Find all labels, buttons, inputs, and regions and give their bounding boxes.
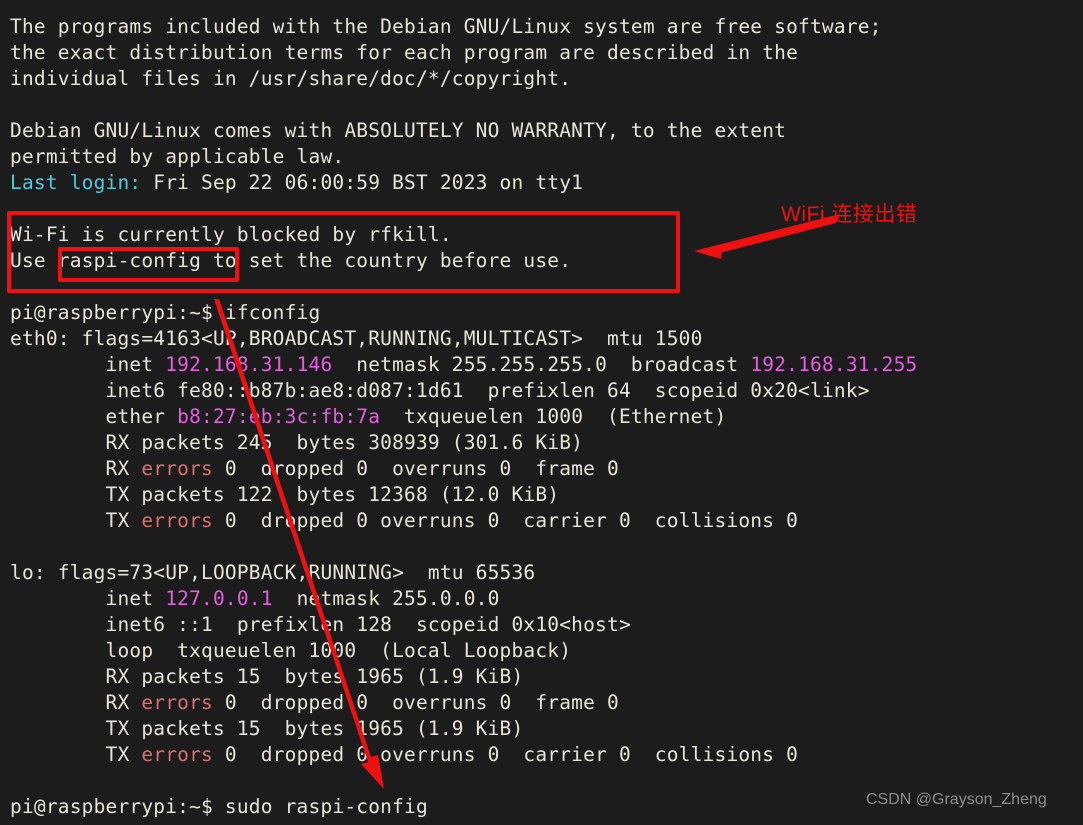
terminal-line: TX errors 0 dropped 0 overruns 0 carrier… (10, 508, 1083, 534)
terminal-text-segment: errors (141, 743, 213, 766)
terminal-line: Debian GNU/Linux comes with ABSOLUTELY N… (10, 118, 1083, 144)
terminal-text-segment: b8:27:eb:3c:fb:7a (177, 405, 381, 428)
annotation-label-wifi-error: WiFi 连接出错 (781, 203, 918, 226)
terminal-text-segment: TX packets 15 bytes 1965 (1.9 KiB) (10, 717, 524, 740)
terminal-line: inet 192.168.31.146 netmask 255.255.255.… (10, 352, 1083, 378)
terminal-text-segment: netmask 255.255.255.0 broadcast (332, 353, 751, 376)
terminal-line: loop txqueuelen 1000 (Local Loopback) (10, 638, 1083, 664)
terminal-text-segment: netmask 255.0.0.0 (272, 587, 500, 610)
terminal-line: eth0: flags=4163<UP,BROADCAST,RUNNING,MU… (10, 326, 1083, 352)
terminal-line: lo: flags=73<UP,LOOPBACK,RUNNING> mtu 65… (10, 560, 1083, 586)
terminal-text-segment: eth0: flags=4163<UP,BROADCAST,RUNNING,MU… (10, 327, 703, 350)
terminal-line: permitted by applicable law. (10, 144, 1083, 170)
terminal-text-segment: Fri Sep 22 06:00:59 BST 2023 on tty1 (141, 171, 584, 194)
terminal-line: inet 127.0.0.1 netmask 255.0.0.0 (10, 586, 1083, 612)
terminal-text-segment: inet6 fe80::b87b:ae8:d087:1d61 prefixlen… (10, 379, 870, 402)
terminal-text-segment: 0 dropped 0 overruns 0 frame 0 (212, 457, 619, 480)
terminal-text-segment: The programs included with the Debian GN… (10, 15, 882, 38)
terminal-line: RX errors 0 dropped 0 overruns 0 frame 0 (10, 456, 1083, 482)
terminal-line: RX packets 245 bytes 308939 (301.6 KiB) (10, 430, 1083, 456)
terminal-text-segment: TX (10, 743, 142, 766)
terminal-output[interactable]: The programs included with the Debian GN… (0, 0, 1083, 825)
terminal-line: inet6 fe80::b87b:ae8:d087:1d61 prefixlen… (10, 378, 1083, 404)
terminal-text-segment: ether (10, 405, 178, 428)
terminal-line: individual files in /usr/share/doc/*/cop… (10, 66, 1083, 92)
terminal-text-segment: pi@raspberrypi:~$ ifconfig (10, 301, 321, 324)
terminal-text-segment: 192.168.31.146 (165, 353, 333, 376)
terminal-line: Last login: Fri Sep 22 06:00:59 BST 2023… (10, 170, 1083, 196)
terminal-text-segment: Debian GNU/Linux comes with ABSOLUTELY N… (10, 119, 787, 142)
annotation-box-raspi-config (58, 247, 239, 282)
terminal-text-segment: individual files in /usr/share/doc/*/cop… (10, 67, 572, 90)
watermark: CSDN @Grayson_Zheng (866, 791, 1047, 808)
terminal-text-segment: errors (141, 457, 213, 480)
terminal-text-segment: 0 dropped 0 overruns 0 frame 0 (212, 691, 619, 714)
terminal-line: RX packets 15 bytes 1965 (1.9 KiB) (10, 664, 1083, 690)
terminal-line: the exact distribution terms for each pr… (10, 40, 1083, 66)
terminal-text-segment: 0 dropped 0 overruns 0 carrier 0 collisi… (212, 743, 799, 766)
terminal-text-segment: inet6 ::1 prefixlen 128 scopeid 0x10<hos… (10, 613, 631, 636)
terminal-text-segment: loop txqueuelen 1000 (Local Loopback) (10, 639, 572, 662)
terminal-text-segment: RX (10, 457, 142, 480)
terminal-text-segment: TX packets 122 bytes 12368 (12.0 KiB) (10, 483, 560, 506)
terminal-line: inet6 ::1 prefixlen 128 scopeid 0x10<hos… (10, 612, 1083, 638)
terminal-line: TX errors 0 dropped 0 overruns 0 carrier… (10, 742, 1083, 768)
terminal-text-segment: errors (141, 509, 213, 532)
terminal-text-segment: permitted by applicable law. (10, 145, 345, 168)
terminal-text-segment: inet (10, 587, 166, 610)
terminal-text-segment: lo: flags=73<UP,LOOPBACK,RUNNING> mtu 65… (10, 561, 536, 584)
terminal-text-segment: TX (10, 509, 142, 532)
terminal-text-segment: txqueuelen 1000 (Ethernet) (380, 405, 727, 428)
terminal-line: TX packets 15 bytes 1965 (1.9 KiB) (10, 716, 1083, 742)
terminal-text-segment: 0 dropped 0 overruns 0 carrier 0 collisi… (212, 509, 799, 532)
terminal-text-segment: RX (10, 691, 142, 714)
terminal-text-segment: Last login: (10, 171, 142, 194)
terminal-text-segment: pi@raspberrypi:~$ sudo raspi-config (10, 795, 428, 818)
terminal-line: ether b8:27:eb:3c:fb:7a txqueuelen 1000 … (10, 404, 1083, 430)
terminal-line: The programs included with the Debian GN… (10, 14, 1083, 40)
terminal-text-segment: RX packets 15 bytes 1965 (1.9 KiB) (10, 665, 524, 688)
terminal-line: TX packets 122 bytes 12368 (12.0 KiB) (10, 482, 1083, 508)
terminal-text-segment: inet (10, 353, 166, 376)
terminal-text-segment: errors (141, 691, 213, 714)
terminal-text-segment: 192.168.31.255 (750, 353, 918, 376)
terminal-line: pi@raspberrypi:~$ ifconfig (10, 300, 1083, 326)
terminal-text-segment: 127.0.0.1 (165, 587, 273, 610)
terminal-text-segment: the exact distribution terms for each pr… (10, 41, 799, 64)
terminal-text-segment: RX packets 245 bytes 308939 (301.6 KiB) (10, 431, 584, 454)
terminal-line: RX errors 0 dropped 0 overruns 0 frame 0 (10, 690, 1083, 716)
